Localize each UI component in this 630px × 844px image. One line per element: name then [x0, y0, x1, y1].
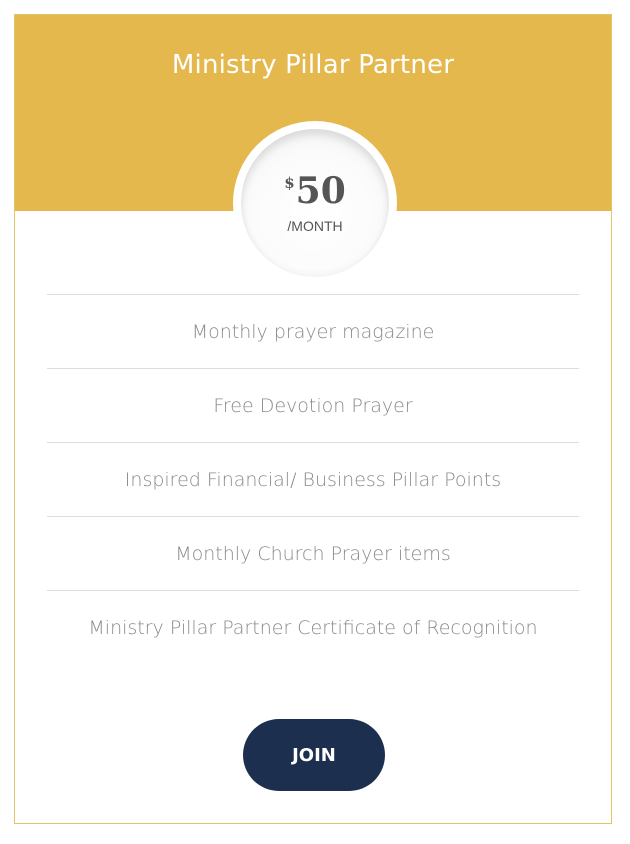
- price-amount: 50: [295, 170, 346, 212]
- price-period: /MONTH: [287, 218, 343, 234]
- join-button[interactable]: JOIN: [243, 719, 385, 791]
- price-badge: $50 /MONTH: [233, 121, 397, 285]
- feature-list: Monthly prayer magazine Free Devotion Pr…: [47, 294, 579, 665]
- feature-item: Monthly Church Prayer items: [47, 517, 579, 591]
- pricing-card: Ministry Pillar Partner $50 /MONTH Month…: [14, 14, 612, 824]
- plan-title: Ministry Pillar Partner: [171, 50, 455, 80]
- price-circle: $50 /MONTH: [241, 129, 389, 277]
- feature-item: Ministry Pillar Partner Certificate of R…: [88, 617, 538, 639]
- feature-item: Monthly prayer magazine: [47, 295, 579, 369]
- feature-item: Inspired Financial/ Business Pillar Poin…: [47, 443, 579, 517]
- feature-item: Free Devotion Prayer: [47, 369, 579, 443]
- price-currency: $: [284, 174, 295, 192]
- price-amount-row: $50: [241, 165, 389, 209]
